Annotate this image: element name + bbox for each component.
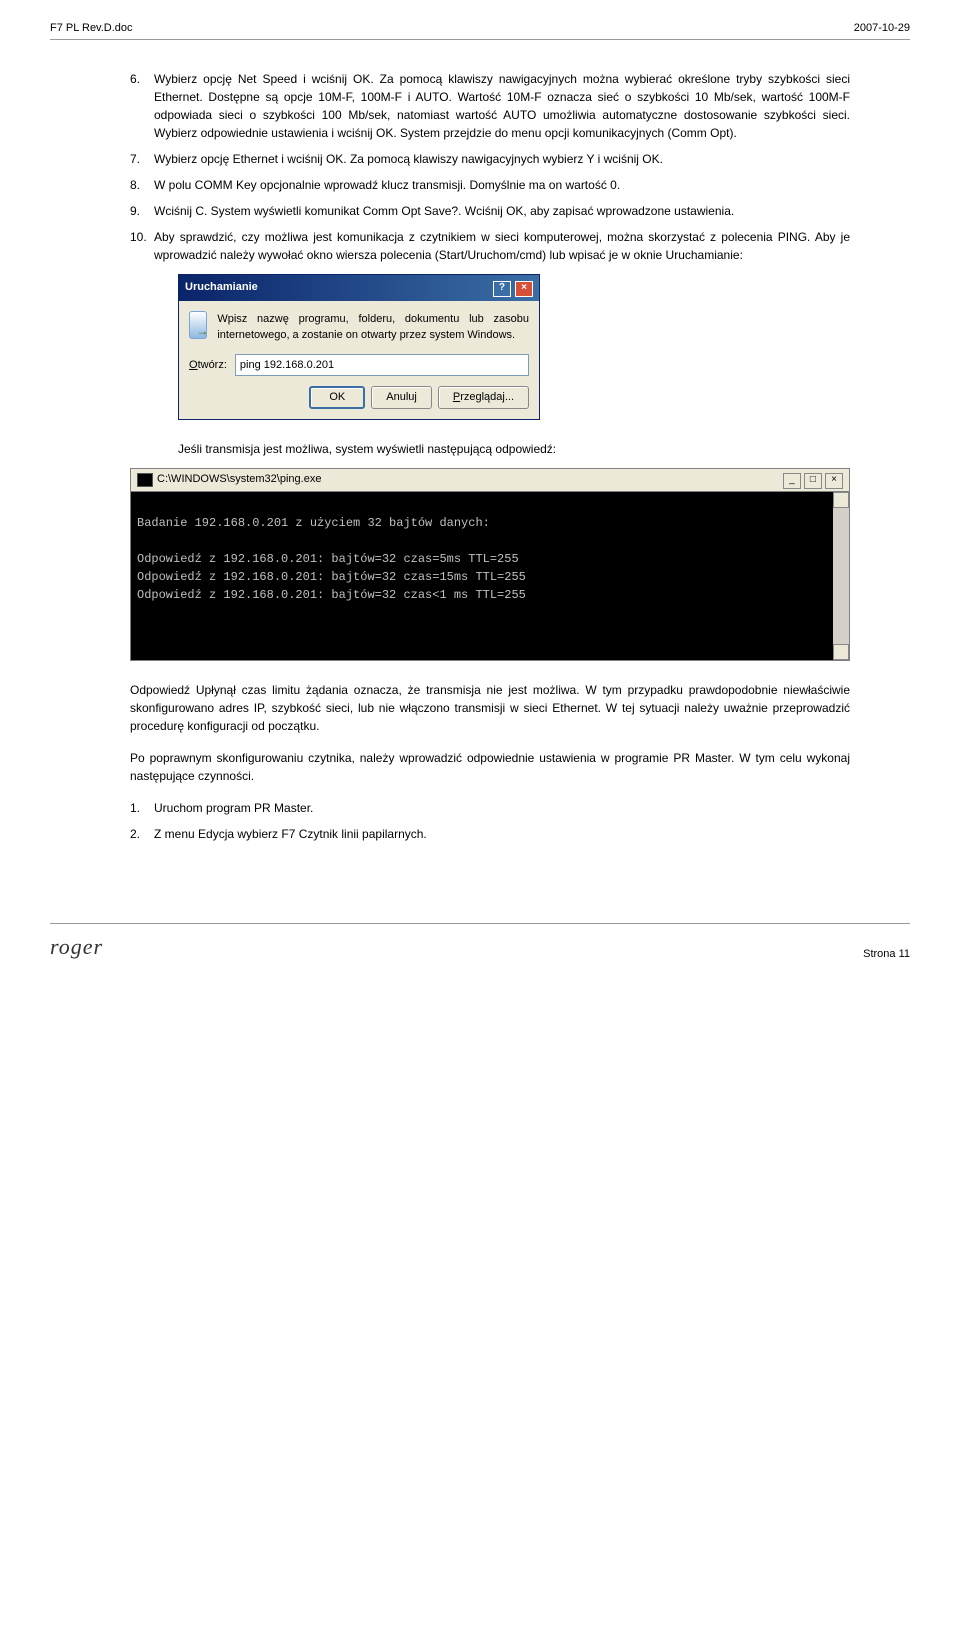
run-dialog-title: Uruchamianie xyxy=(185,279,258,297)
browse-button[interactable]: Przeglądaj... xyxy=(438,386,529,409)
page-header: F7 PL Rev.D.doc 2007-10-29 xyxy=(50,20,910,40)
cmd-icon xyxy=(137,473,153,487)
ok-button[interactable]: OK xyxy=(309,386,365,409)
run-dialog-description: Wpisz nazwę programu, folderu, dokumentu… xyxy=(217,311,529,344)
instruction-list: 6.Wybierz opcję Net Speed i wciśnij OK. … xyxy=(130,70,850,458)
paragraph-timeout: Odpowiedź Upłynął czas limitu żądania oz… xyxy=(130,681,850,735)
cmd-output: Badanie 192.168.0.201 z użyciem 32 bajtó… xyxy=(137,496,829,656)
run-open-label: Otwórz: xyxy=(189,357,227,374)
item-6: 6.Wybierz opcję Net Speed i wciśnij OK. … xyxy=(130,70,850,142)
cmd-title-text: C:\WINDOWS\system32\ping.exe xyxy=(157,471,321,488)
sub-item-2: 2.Z menu Edycja wybierz F7 Czytnik linii… xyxy=(130,825,850,843)
page-number: Strona 11 xyxy=(863,946,910,963)
response-intro: Jeśli transmisja jest możliwa, system wy… xyxy=(178,440,850,458)
run-program-icon xyxy=(189,311,207,339)
maximize-icon[interactable]: □ xyxy=(804,473,822,489)
item-7: 7.Wybierz opcję Ethernet i wciśnij OK. Z… xyxy=(130,150,850,168)
paragraph-prmaster-intro: Po poprawnym skonfigurowaniu czytnika, n… xyxy=(130,749,850,785)
content-area: 6.Wybierz opcję Net Speed i wciśnij OK. … xyxy=(130,70,850,843)
close-icon[interactable]: × xyxy=(515,281,533,297)
sub-item-1: 1.Uruchom program PR Master. xyxy=(130,799,850,817)
help-icon[interactable]: ? xyxy=(493,281,511,297)
header-right: 2007-10-29 xyxy=(854,20,910,37)
logo: roger xyxy=(50,930,103,963)
cmd-title-buttons: _ □ × xyxy=(783,471,843,489)
run-input[interactable]: ping 192.168.0.201 xyxy=(235,354,529,377)
item-8: 8.W polu COMM Key opcjonalnie wprowadź k… xyxy=(130,176,850,194)
run-dialog-titlebar: Uruchamianie ? × xyxy=(179,275,539,301)
cmd-window: C:\WINDOWS\system32\ping.exe _ □ × Badan… xyxy=(130,468,850,661)
scrollbar[interactable] xyxy=(833,492,849,660)
run-dialog-title-buttons: ? × xyxy=(492,279,533,297)
minimize-icon[interactable]: _ xyxy=(783,473,801,489)
run-dialog: Uruchamianie ? × Wpisz nazwę programu, f… xyxy=(178,274,540,420)
page-footer: roger Strona 11 xyxy=(50,923,910,963)
sub-instruction-list: 1.Uruchom program PR Master. 2.Z menu Ed… xyxy=(130,799,850,843)
item-9: 9.Wciśnij C. System wyświetli komunikat … xyxy=(130,202,850,220)
cancel-button[interactable]: Anuluj xyxy=(371,386,432,409)
header-left: F7 PL Rev.D.doc xyxy=(50,20,133,37)
cmd-titlebar: C:\WINDOWS\system32\ping.exe _ □ × xyxy=(131,469,849,492)
item-10: 10.Aby sprawdzić, czy możliwa jest komun… xyxy=(130,228,850,458)
close-icon[interactable]: × xyxy=(825,473,843,489)
